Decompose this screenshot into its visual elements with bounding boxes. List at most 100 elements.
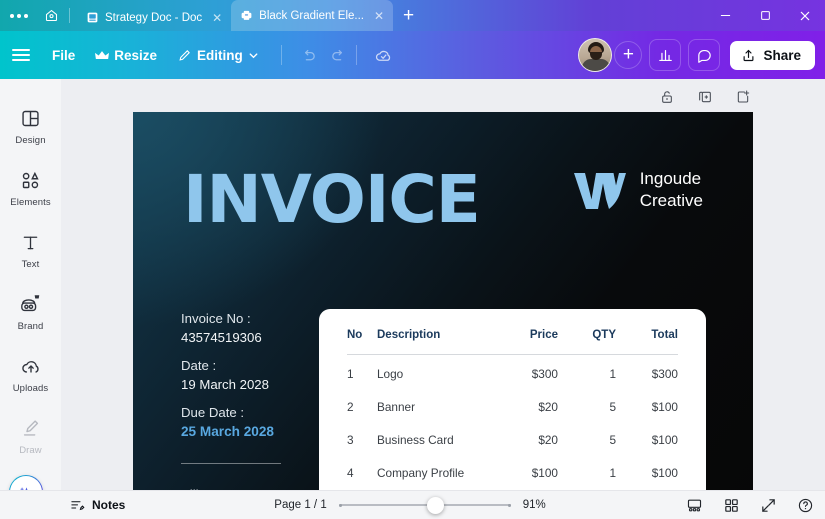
sidebar-item-design[interactable]: Design [0, 95, 61, 157]
sidebar-item-uploads[interactable]: Uploads [0, 343, 61, 405]
resize-button[interactable]: Resize [95, 48, 157, 63]
invoice-due-date-group: Due Date : 25 March 2028 [181, 404, 274, 442]
cell-qty: 5 [558, 424, 616, 457]
duplicate-page-icon[interactable] [695, 87, 715, 107]
design-document[interactable]: INVOICE Ingoude Creative Invoice No : 43… [133, 112, 753, 490]
editing-label: Editing [197, 48, 243, 63]
window-controls [705, 0, 825, 31]
invoice-meta: Invoice No : 43574519306 Date : 19 March… [181, 310, 274, 451]
table-row: 3 Business Card $20 5 $100 [347, 424, 678, 457]
sidebar-item-text[interactable]: Text [0, 219, 61, 281]
sidebar-label: Design [15, 135, 45, 146]
invoice-items-card[interactable]: No Description Price QTY Total 1 Logo $3… [319, 309, 706, 490]
add-collaborator-button[interactable]: + [614, 41, 642, 69]
cell-desc: Business Card [377, 424, 496, 457]
sidebar-label: Text [22, 259, 40, 270]
cell-qty: 5 [558, 391, 616, 424]
design-icon [240, 9, 253, 22]
zoom-level: 91% [523, 499, 551, 511]
invoice-number-group: Invoice No : 43574519306 [181, 310, 274, 348]
share-button[interactable]: Share [730, 41, 815, 70]
insights-button[interactable] [649, 39, 681, 71]
file-menu-button[interactable]: File [52, 48, 75, 63]
left-sidebar: Design Elements Text [0, 79, 61, 519]
app-window: Strategy Doc - Doc ✕ Black Gradient Ele.… [0, 0, 825, 519]
cell-no: 3 [347, 424, 377, 457]
date-value: 19 March 2028 [181, 376, 274, 395]
titlebar-left-controls [0, 0, 77, 31]
titlebar-divider [69, 8, 70, 23]
cloud-check-icon[interactable] [369, 40, 399, 70]
tab-label: Strategy Doc - Doc [105, 12, 202, 24]
hamburger-icon[interactable] [12, 49, 30, 61]
doc-icon [86, 11, 99, 24]
w-logo-mark-icon [572, 169, 628, 211]
minimize-button[interactable] [705, 0, 745, 31]
zoom-slider-max-dot [508, 504, 511, 507]
cell-desc: Banner [377, 391, 496, 424]
zoom-slider-track [339, 504, 511, 506]
avatar[interactable] [578, 38, 612, 72]
invoice-no-label: Invoice No : [181, 310, 274, 329]
unlock-icon[interactable] [657, 87, 677, 107]
table-row: 1 Logo $300 1 $300 [347, 355, 678, 391]
zoom-slider[interactable] [339, 497, 511, 513]
shapes-icon [20, 168, 41, 192]
bar-chart-icon [657, 47, 674, 64]
chevron-down-icon [248, 50, 259, 61]
due-date-label: Due Date : [181, 404, 274, 423]
file-menu-label: File [52, 48, 75, 63]
meta-divider [181, 463, 281, 464]
sidebar-label: Brand [18, 321, 44, 332]
table-body: 1 Logo $300 1 $300 2 Banner $20 5 $100 [347, 355, 678, 491]
brand-crown-icon [19, 292, 43, 316]
comment-button[interactable] [688, 39, 720, 71]
cell-price: $20 [496, 424, 558, 457]
browser-tab-1[interactable]: Strategy Doc - Doc ✕ [77, 4, 231, 31]
cell-no: 4 [347, 457, 377, 490]
new-tab-button[interactable]: + [393, 0, 424, 31]
close-icon[interactable]: ✕ [211, 11, 223, 25]
app-toolbar: File Resize Editing [0, 31, 825, 79]
add-page-icon[interactable] [733, 87, 753, 107]
close-icon[interactable]: ✕ [373, 9, 385, 23]
col-header-no: No [347, 329, 377, 355]
zoom-slider-min-dot [339, 504, 342, 507]
pencil-icon [177, 48, 192, 63]
browser-tab-2[interactable]: Black Gradient Ele... ✕ [231, 0, 393, 31]
toolbar-divider [281, 45, 282, 65]
sidebar-item-brand[interactable]: Brand [0, 281, 61, 343]
table-row: 4 Company Profile $100 1 $100 [347, 457, 678, 490]
zoom-slider-handle[interactable] [427, 497, 444, 514]
col-header-price: Price [496, 329, 558, 355]
toolbar-divider-2 [356, 45, 357, 65]
home-icon[interactable] [40, 5, 62, 27]
undo-button[interactable] [294, 40, 324, 70]
browser-title-bar: Strategy Doc - Doc ✕ Black Gradient Ele.… [0, 0, 825, 31]
tab-label: Black Gradient Ele... [259, 10, 364, 22]
cell-total: $100 [616, 391, 678, 424]
redo-button[interactable] [324, 40, 354, 70]
close-button[interactable] [785, 0, 825, 31]
sidebar-label: Elements [10, 197, 50, 208]
invoice-date-group: Date : 19 March 2028 [181, 357, 274, 395]
text-t-icon [20, 230, 41, 254]
sidebar-item-elements[interactable]: Elements [0, 157, 61, 219]
invoice-no-value: 43574519306 [181, 329, 274, 348]
col-header-total: Total [616, 329, 678, 355]
table-head: No Description Price QTY Total [347, 329, 678, 355]
sidebar-item-draw[interactable]: Draw [0, 405, 61, 467]
editing-mode-button[interactable]: Editing [177, 48, 259, 63]
browser-menu-dots-icon[interactable] [10, 14, 28, 18]
crown-icon [95, 50, 109, 61]
maximize-button[interactable] [745, 0, 785, 31]
invoice-items-table: No Description Price QTY Total 1 Logo $3… [347, 329, 678, 490]
table-row: 2 Banner $20 5 $100 [347, 391, 678, 424]
cell-total: $300 [616, 355, 678, 391]
page-tools [657, 87, 753, 107]
invoice-heading: INVOICE [183, 167, 480, 233]
design-panel-icon [20, 106, 41, 130]
due-date-value: 25 March 2028 [181, 422, 274, 441]
cell-no: 1 [347, 355, 377, 391]
col-header-qty: QTY [558, 329, 616, 355]
